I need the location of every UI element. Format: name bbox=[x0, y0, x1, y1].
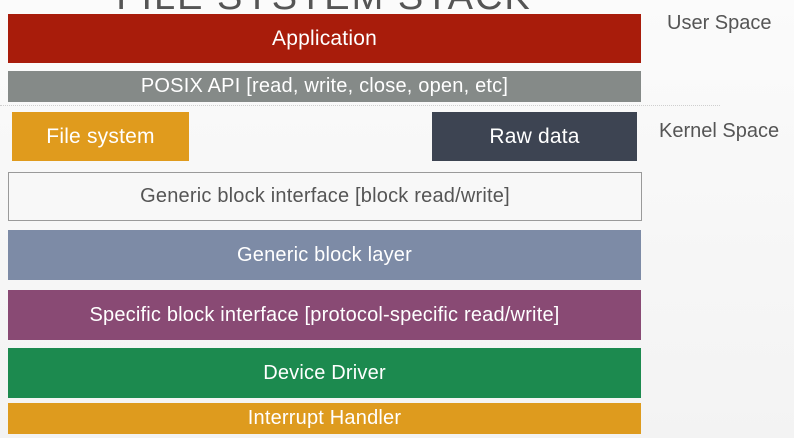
user-kernel-divider bbox=[0, 105, 720, 106]
diagram-title: FILE SYSTEM STACK bbox=[0, 0, 648, 14]
posix-api-layer: POSIX API [read, write, close, open, etc… bbox=[8, 71, 641, 102]
device-driver-layer: Device Driver bbox=[8, 348, 641, 398]
posix-api-label: POSIX API [read, write, close, open, etc… bbox=[140, 75, 509, 97]
file-system-label: File system bbox=[46, 124, 155, 148]
generic-block-interface-label: Generic block interface [block read/writ… bbox=[140, 185, 510, 207]
application-label: Application bbox=[272, 26, 377, 50]
device-driver-label: Device Driver bbox=[263, 361, 386, 384]
generic-block-layer-label: Generic block layer bbox=[237, 243, 412, 266]
generic-block-layer: Generic block layer bbox=[8, 230, 641, 280]
specific-block-interface-layer: Specific block interface [protocol-speci… bbox=[8, 290, 641, 340]
user-space-label: User Space bbox=[667, 12, 772, 34]
specific-block-interface-label: Specific block interface [protocol-speci… bbox=[89, 303, 560, 326]
generic-block-interface-layer: Generic block interface [block read/writ… bbox=[8, 172, 642, 221]
raw-data-label: Raw data bbox=[489, 124, 580, 148]
interrupt-handler-layer: Interrupt Handler bbox=[8, 403, 641, 434]
file-system-block: File system bbox=[12, 112, 189, 161]
application-layer: Application bbox=[8, 14, 641, 63]
kernel-space-label: Kernel Space bbox=[659, 120, 780, 142]
raw-data-block: Raw data bbox=[432, 112, 637, 161]
interrupt-handler-label: Interrupt Handler bbox=[247, 407, 402, 429]
file-system-stack-diagram: FILE SYSTEM STACK User Space Kernel Spac… bbox=[0, 0, 794, 438]
